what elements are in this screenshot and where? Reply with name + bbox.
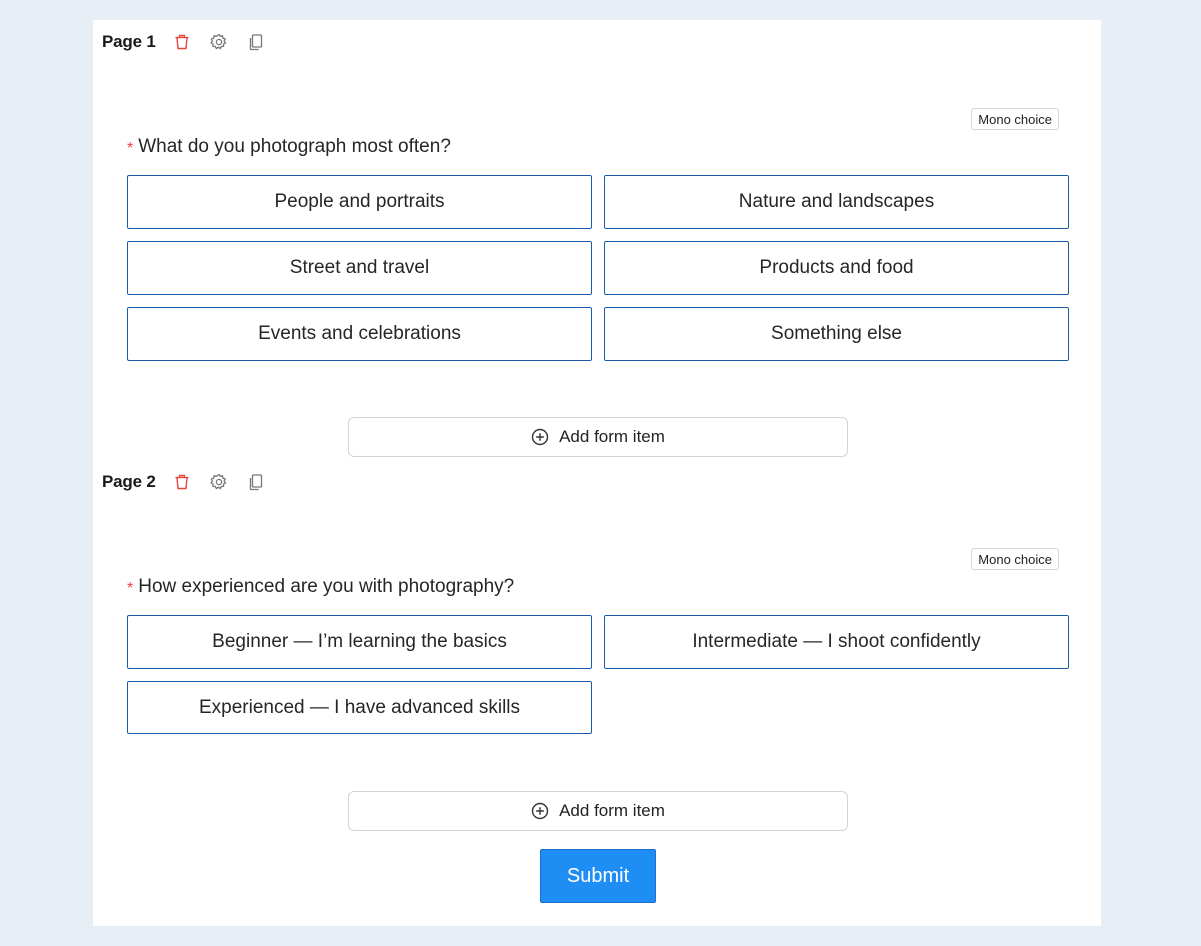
question-label: * How experienced are you with photograp… [127, 576, 514, 598]
gear-icon[interactable] [209, 472, 229, 492]
copy-icon[interactable] [246, 32, 266, 52]
choice-option[interactable]: People and portraits [127, 175, 592, 229]
trash-icon[interactable] [172, 472, 192, 492]
plus-circle-icon [531, 428, 549, 446]
question-label: * What do you photograph most often? [127, 136, 451, 158]
required-mark: * [127, 580, 134, 597]
choice-option[interactable]: Intermediate — I shoot confidently [604, 615, 1069, 669]
choice-option[interactable]: Beginner — I’m learning the basics [127, 615, 592, 669]
choice-option[interactable]: Something else [604, 307, 1069, 361]
choice-option[interactable]: Products and food [604, 241, 1069, 295]
required-mark: * [127, 140, 134, 157]
question-text: How experienced are you with photography… [138, 576, 515, 597]
choice-option[interactable]: Events and celebrations [127, 307, 592, 361]
choice-option[interactable]: Street and travel [127, 241, 592, 295]
submit-button[interactable]: Submit [540, 849, 656, 903]
copy-icon[interactable] [246, 472, 266, 492]
gear-icon[interactable] [209, 32, 229, 52]
plus-circle-icon [531, 802, 549, 820]
page-title: Page 2 [102, 472, 156, 491]
question-type-badge: Mono choice [971, 108, 1059, 130]
page-title: Page 1 [102, 32, 156, 51]
page-1-header: Page 1 [102, 27, 283, 57]
add-form-item-button[interactable]: Add form item [348, 791, 848, 831]
choice-option[interactable]: Nature and landscapes [604, 175, 1069, 229]
add-form-item-button[interactable]: Add form item [348, 417, 848, 457]
add-form-item-label: Add form item [559, 801, 665, 820]
question-text: What do you photograph most often? [138, 136, 451, 157]
trash-icon[interactable] [172, 32, 192, 52]
form-canvas: Page 1 Mono choice * What do you photogr… [93, 20, 1101, 926]
add-form-item-label: Add form item [559, 427, 665, 446]
page-2-header: Page 2 [102, 467, 283, 497]
choice-option[interactable]: Experienced — I have advanced skills [127, 681, 592, 734]
question-type-badge: Mono choice [971, 548, 1059, 570]
